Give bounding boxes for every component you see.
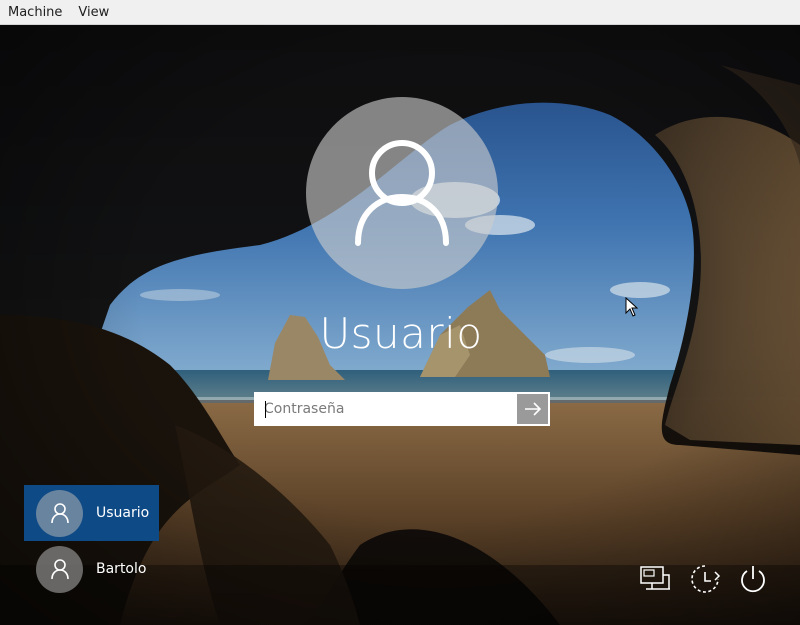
user-tile-label: Bartolo — [96, 561, 147, 577]
ease-of-access-icon[interactable] — [688, 562, 722, 596]
bottom-toolbar — [638, 562, 778, 596]
text-caret — [265, 401, 266, 418]
user-tile-label: Usuario — [96, 505, 150, 521]
password-box — [254, 392, 550, 426]
password-field[interactable] — [256, 394, 517, 424]
login-username: Usuario — [319, 309, 483, 358]
menu-machine[interactable]: Machine — [8, 5, 68, 20]
arrow-right-icon — [524, 402, 541, 416]
submit-button[interactable] — [517, 394, 548, 424]
user-icon — [50, 559, 69, 580]
menu-view[interactable]: View — [78, 5, 115, 20]
network-icon[interactable] — [638, 562, 672, 596]
user-avatar-large — [306, 97, 498, 289]
vm-screen: Usuario Usuario Bartolo — [0, 25, 800, 625]
user-avatar-small — [36, 489, 83, 537]
user-avatar-small — [36, 545, 83, 593]
user-tile-usuario[interactable]: Usuario — [24, 485, 159, 541]
user-icon — [50, 503, 69, 524]
user-icon — [355, 140, 449, 246]
mouse-cursor-icon — [625, 297, 639, 317]
power-icon[interactable] — [736, 562, 770, 596]
user-tile-bartolo[interactable]: Bartolo — [24, 541, 159, 597]
menubar: Machine View — [0, 0, 800, 25]
user-list: Usuario Bartolo — [24, 485, 159, 597]
